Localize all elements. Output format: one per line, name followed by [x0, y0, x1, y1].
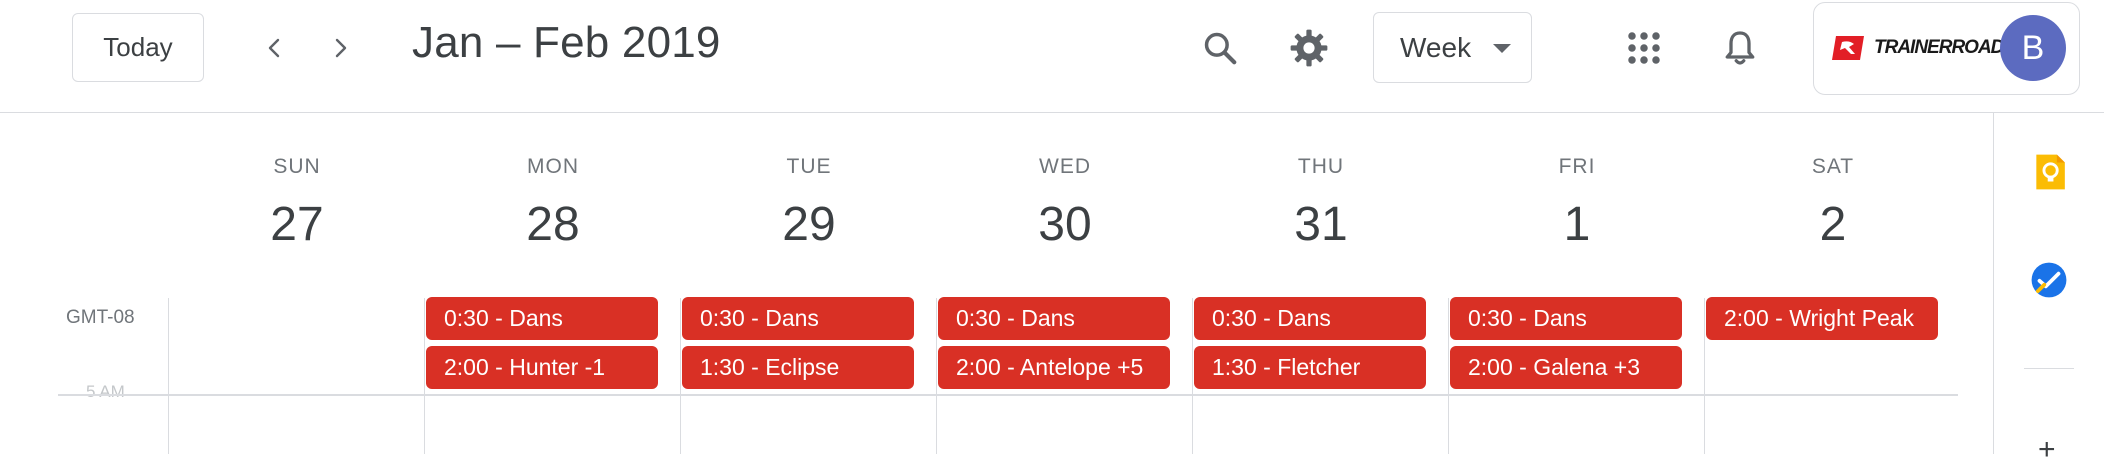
column-divider — [936, 298, 937, 454]
apps-grid-icon — [1628, 32, 1660, 64]
trainerroad-logo-icon — [1832, 36, 1864, 60]
event-chip[interactable]: 2:00 - Antelope +5 — [938, 346, 1170, 389]
event-chip[interactable]: 2:00 - Wright Peak — [1706, 297, 1938, 340]
event-chip[interactable]: 2:00 - Galena +3 — [1450, 346, 1682, 389]
event-chip[interactable]: 0:30 - Dans — [938, 297, 1170, 340]
brand-logo: TRAINERROAD — [1832, 33, 2004, 63]
next-week-button[interactable] — [320, 28, 360, 68]
day-header-mon[interactable]: MON 28 — [425, 155, 681, 252]
day-header-wed[interactable]: WED 30 — [937, 155, 1193, 252]
side-panel: + — [1993, 113, 2104, 466]
event-chip[interactable]: 0:30 - Dans — [682, 297, 914, 340]
column-divider — [1192, 298, 1193, 454]
day-number[interactable]: 1 — [1449, 197, 1705, 252]
settings-button[interactable] — [1279, 18, 1339, 78]
day-of-week: MON — [527, 155, 579, 178]
event-chip[interactable]: 0:30 - Dans — [1450, 297, 1682, 340]
column-divider — [424, 298, 425, 454]
column-divider — [1704, 298, 1705, 454]
brand-name: TRAINERROAD — [1874, 37, 2004, 58]
chevron-right-icon — [335, 38, 347, 58]
top-bar: Today Jan – Feb 2019 Week TRAINERROAD B — [0, 0, 2104, 113]
view-select-label: Week — [1400, 31, 1472, 63]
timezone-label: GMT-08 — [66, 307, 135, 328]
grid-divider — [168, 298, 169, 454]
day-header-sun[interactable]: SUN 27 — [169, 155, 425, 252]
day-number[interactable]: 29 — [681, 197, 937, 252]
day-of-week: SUN — [273, 155, 321, 178]
plus-icon[interactable]: + — [2038, 433, 2056, 467]
column-divider — [1448, 298, 1449, 454]
day-of-week: THU — [1297, 155, 1345, 178]
event-chip[interactable]: 0:30 - Dans — [426, 297, 658, 340]
day-header-sat[interactable]: SAT 2 — [1705, 155, 1961, 252]
day-of-week: FRI — [1558, 155, 1596, 178]
previous-week-button[interactable] — [255, 28, 295, 68]
event-chip[interactable]: 1:30 - Eclipse — [682, 346, 914, 389]
day-header-tue[interactable]: TUE 29 — [681, 155, 937, 252]
day-number[interactable]: 27 — [169, 197, 425, 252]
column-divider — [680, 298, 681, 454]
day-of-week: SAT — [1811, 155, 1855, 178]
date-range-title: Jan – Feb 2019 — [412, 18, 721, 67]
day-of-week: TUE — [786, 155, 832, 178]
keep-bulb-icon[interactable] — [2030, 153, 2068, 191]
day-number[interactable]: 2 — [1705, 197, 1961, 252]
account-switcher[interactable]: TRAINERROAD B — [1813, 2, 2080, 95]
day-header-thu[interactable]: THU 31 — [1193, 155, 1449, 252]
day-number[interactable]: 30 — [937, 197, 1193, 252]
caret-down-icon — [1493, 44, 1511, 53]
tasks-check-icon[interactable] — [2030, 261, 2068, 299]
all-day-divider — [58, 394, 1958, 396]
view-select[interactable]: Week — [1373, 12, 1532, 83]
today-button[interactable]: Today — [72, 13, 204, 82]
event-chip[interactable]: 0:30 - Dans — [1194, 297, 1426, 340]
side-divider — [2024, 368, 2074, 369]
event-chip[interactable]: 1:30 - Fletcher — [1194, 346, 1426, 389]
search-icon — [1204, 32, 1237, 65]
event-chip[interactable]: 2:00 - Hunter -1 — [426, 346, 658, 389]
apps-button[interactable] — [1614, 18, 1674, 78]
chevron-left-icon — [268, 38, 280, 58]
day-number[interactable]: 31 — [1193, 197, 1449, 252]
day-of-week: WED — [1039, 155, 1091, 178]
notifications-button[interactable] — [1710, 18, 1770, 78]
bell-icon — [1725, 31, 1755, 65]
search-button[interactable] — [1190, 18, 1250, 78]
day-number[interactable]: 28 — [425, 197, 681, 252]
hour-label: 5 AM — [86, 382, 125, 401]
gear-icon — [1290, 29, 1328, 67]
day-header-fri[interactable]: FRI 1 — [1449, 155, 1705, 252]
avatar[interactable]: B — [2000, 15, 2066, 81]
